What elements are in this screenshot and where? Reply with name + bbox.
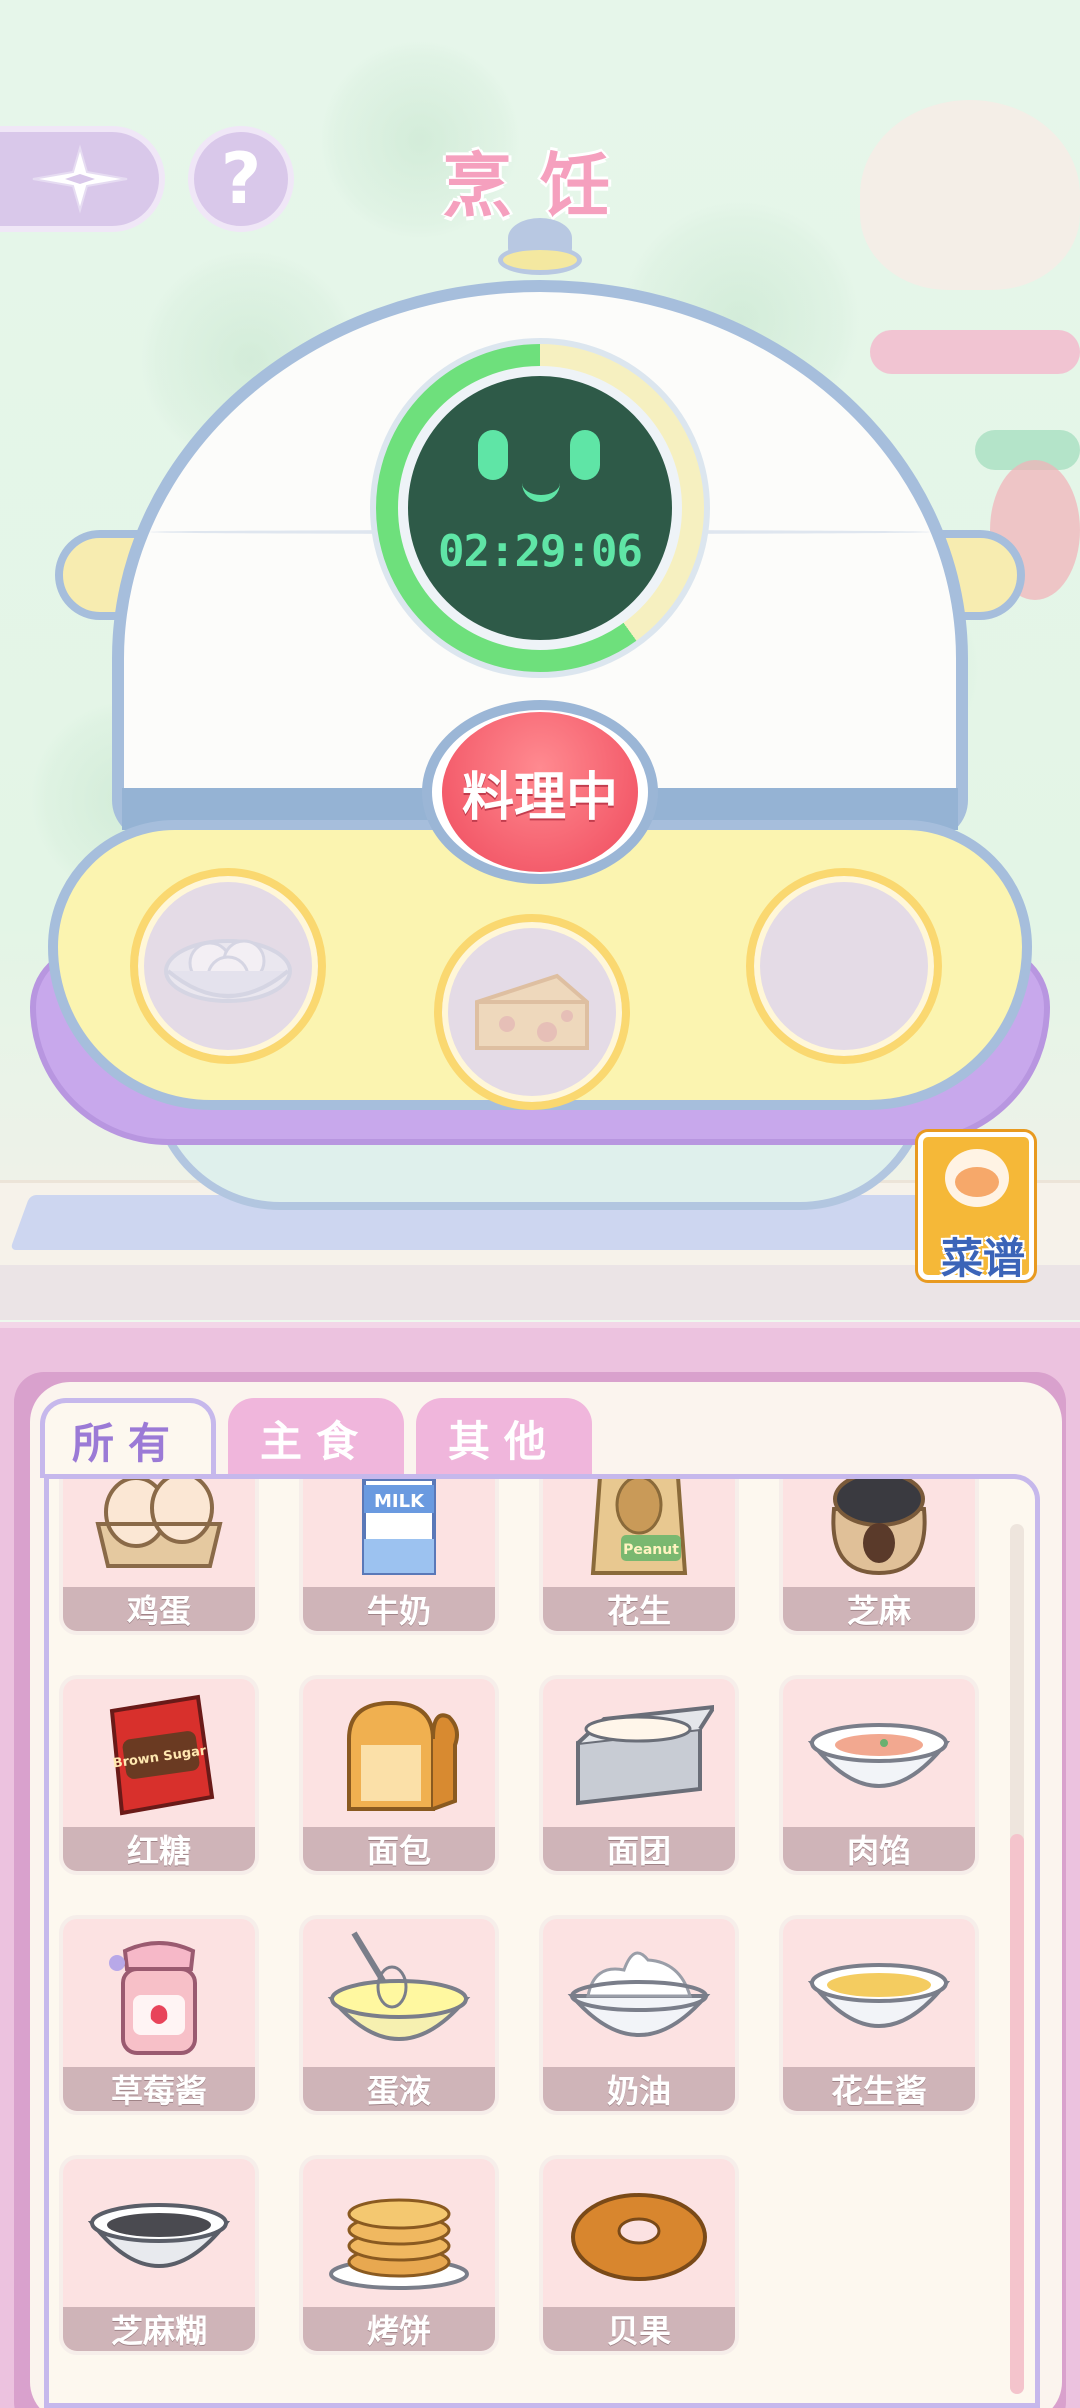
ingredient-item-egg[interactable]: 鸡蛋 (59, 1479, 259, 1635)
ingredient-item-pancakes[interactable]: 烤饼 (299, 2155, 499, 2355)
ingredient-item-bagel[interactable]: 贝果 (539, 2155, 739, 2355)
ingredient-label: 烤饼 (303, 2307, 495, 2351)
ingredient-label: 鸡蛋 (63, 1587, 255, 1631)
ingredient-label: 贝果 (543, 2307, 735, 2351)
category-tabs: 所有 主食 其他 (40, 1398, 592, 1478)
ingredient-label: 草莓酱 (63, 2067, 255, 2111)
cheese-icon (475, 973, 589, 1050)
peanut-bag-icon: Peanut (590, 1479, 688, 1575)
antenna-base (498, 245, 582, 275)
ingredient-label: 面团 (543, 1827, 735, 1871)
ingredient-item-sesame-paste[interactable]: 芝麻糊 (59, 2155, 259, 2355)
ingredient-item-egg-liquid[interactable]: 蛋液 (299, 1915, 499, 2115)
ingredient-item-cream[interactable]: 奶油 (539, 1915, 739, 2115)
ingredient-item-peanut[interactable]: Peanut 花生 (539, 1479, 739, 1635)
sesame-paste-bowl-icon (87, 2203, 231, 2268)
recipe-book-label[interactable]: 菜谱 (918, 1225, 1048, 1286)
ingredient-label: 花生酱 (783, 2067, 975, 2111)
milk-carton-icon: MILK (362, 1479, 436, 1575)
bagel-icon (571, 2193, 707, 2281)
ingredient-item-dough[interactable]: 面团 (539, 1675, 739, 1875)
cream-bowl-icon (567, 1951, 711, 2037)
ingredient-label: 红糖 (63, 1827, 255, 1871)
brown-sugar-bag-icon: Brown Sugar (109, 1694, 215, 1816)
ingredient-scrollbar-thumb[interactable] (1010, 1834, 1024, 2394)
strawberry-jam-jar-icon (109, 1941, 197, 2055)
ingredient-item-milk[interactable]: MILK 牛奶 (299, 1479, 499, 1635)
ingredient-label: 肉馅 (783, 1827, 975, 1871)
face-eye-left (478, 430, 508, 480)
cooking-machine: 02:29:06 料理中 (0, 0, 1080, 1320)
milk-carton-text: MILK (374, 1491, 425, 1512)
ingredient-slot-1[interactable] (130, 868, 326, 1064)
egg-liquid-bowl-icon (327, 1931, 471, 2041)
ingredient-label: 芝麻糊 (63, 2307, 255, 2351)
peanut-bag-text: Peanut (623, 1542, 679, 1558)
ingredient-item-sesame[interactable]: 芝麻 (779, 1479, 979, 1635)
bread-loaf-icon (347, 1700, 459, 1811)
tab-all[interactable]: 所有 (40, 1398, 216, 1478)
ingredient-item-strawberry-jam[interactable]: 草莓酱 (59, 1915, 259, 2115)
dough-tin-icon (576, 1704, 714, 1806)
ingredient-label: 面包 (303, 1827, 495, 1871)
ingredient-label: 蛋液 (303, 2067, 495, 2111)
ingredient-grid: 鸡蛋 MILK 牛奶 Peanut 花生 芝麻 Brown Sugar 红糖 面… (59, 1479, 1019, 2355)
ingredient-label: 花生 (543, 1587, 735, 1631)
ingredient-grid-container: 鸡蛋 MILK 牛奶 Peanut 花生 芝麻 Brown Sugar 红糖 面… (44, 1474, 1040, 2408)
ingredient-slot-3[interactable] (746, 868, 942, 1064)
minced-meat-bowl-icon (807, 1723, 951, 1788)
egg-bowl-icon (164, 939, 292, 1003)
timer-face (398, 366, 682, 650)
eggs-carton-icon (95, 1479, 223, 1568)
cooking-timer: 02:29:06 (438, 526, 643, 577)
cooking-status-button[interactable]: 料理中 (442, 712, 638, 872)
ingredient-label: 芝麻 (783, 1587, 975, 1631)
peanut-butter-bowl-icon (807, 1963, 951, 2028)
ingredient-label: 奶油 (543, 2067, 735, 2111)
ingredient-label: 牛奶 (303, 1587, 495, 1631)
tab-staple[interactable]: 主食 (228, 1398, 404, 1478)
sesame-sack-icon (831, 1479, 927, 1576)
ingredient-item-peanut-butter[interactable]: 花生酱 (779, 1915, 979, 2115)
ingredient-slot-2[interactable] (434, 914, 630, 1110)
tab-other[interactable]: 其他 (416, 1398, 592, 1478)
ingredient-item-bread[interactable]: 面包 (299, 1675, 499, 1875)
ingredient-item-brown-sugar[interactable]: Brown Sugar 红糖 (59, 1675, 259, 1875)
ingredient-item-minced-meat[interactable]: 肉馅 (779, 1675, 979, 1875)
pancakes-icon (329, 2198, 469, 2290)
face-eye-right (570, 430, 600, 480)
